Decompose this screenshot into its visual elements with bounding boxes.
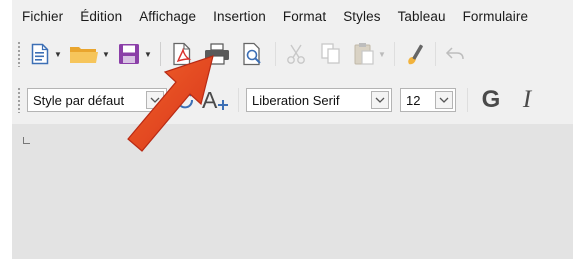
floppy-disk-icon — [119, 44, 139, 64]
open-dropdown-arrow[interactable]: ▼ — [101, 39, 111, 69]
window-edge — [0, 0, 12, 259]
save-button[interactable] — [115, 39, 143, 69]
update-style-button[interactable] — [171, 85, 199, 115]
text-boundary-corner-mark — [23, 137, 30, 144]
toolbar-separator — [160, 42, 161, 66]
cut-button[interactable] — [283, 39, 309, 69]
printer-icon — [205, 43, 229, 65]
update-style-icon — [177, 91, 193, 109]
font-size-value: 12 — [406, 92, 421, 108]
toolbar-separator — [467, 88, 468, 112]
new-document-icon — [31, 43, 49, 65]
new-style-icon: A — [202, 87, 228, 113]
menu-edition[interactable]: Édition — [70, 9, 129, 24]
menu-fichier[interactable]: Fichier — [12, 9, 70, 24]
scissors-icon — [287, 44, 305, 64]
toolbar-separator — [275, 42, 276, 66]
document-area[interactable] — [12, 124, 573, 259]
toolbar-separator — [394, 42, 395, 66]
toolbar-separator — [435, 42, 436, 66]
clipboard-icon — [354, 43, 374, 65]
clone-formatting-button[interactable] — [402, 39, 428, 69]
standard-toolbar: ▼ ▼ ▼ ▼ — [12, 36, 573, 72]
menu-tableau[interactable]: Tableau — [388, 9, 453, 24]
folder-icon — [70, 47, 98, 63]
chevron-down-icon[interactable] — [435, 91, 453, 109]
toolbar-grip[interactable] — [17, 87, 21, 113]
menu-insertion[interactable]: Insertion — [203, 9, 273, 24]
new-document-button[interactable] — [27, 39, 53, 69]
chevron-down-icon[interactable] — [146, 91, 164, 109]
save-dropdown-arrow[interactable]: ▼ — [143, 39, 153, 69]
writer-window: Fichier Édition Affichage Insertion Form… — [12, 0, 573, 259]
menu-format[interactable]: Format — [273, 9, 333, 24]
bold-icon: G — [481, 86, 501, 113]
copy-button[interactable] — [315, 39, 347, 69]
paste-dropdown-arrow[interactable]: ▼ — [377, 39, 387, 69]
italic-button[interactable]: I — [511, 85, 543, 115]
paste-button[interactable] — [351, 39, 377, 69]
print-preview-icon — [243, 42, 261, 66]
paragraph-style-value: Style par défaut — [33, 92, 125, 108]
font-name-combo[interactable]: Liberation Serif — [246, 88, 392, 112]
font-size-combo[interactable]: 12 — [400, 88, 456, 112]
new-style-button[interactable]: A — [199, 85, 231, 115]
toolbar-separator — [238, 88, 239, 112]
chevron-down-icon[interactable] — [371, 91, 389, 109]
bold-button[interactable]: G — [475, 85, 507, 115]
paintbrush-icon — [408, 44, 423, 65]
undo-button[interactable] — [443, 39, 467, 69]
print-button[interactable] — [200, 39, 234, 69]
export-pdf-button[interactable] — [168, 39, 196, 69]
undo-icon — [445, 47, 464, 60]
toolbar-grip[interactable] — [17, 41, 21, 67]
formatting-toolbar: Style par défaut A Liberation Serif 12 G… — [12, 82, 573, 118]
menu-affichage[interactable]: Affichage — [129, 9, 203, 24]
paragraph-style-combo[interactable]: Style par défaut — [27, 88, 167, 112]
open-button[interactable] — [67, 39, 101, 69]
print-preview-button[interactable] — [238, 39, 268, 69]
font-name-value: Liberation Serif — [252, 92, 340, 108]
pdf-export-icon — [173, 42, 192, 66]
menu-formulaire[interactable]: Formulaire — [453, 9, 536, 24]
menu-bar: Fichier Édition Affichage Insertion Form… — [12, 0, 573, 32]
svg-text:A: A — [202, 87, 218, 113]
new-dropdown-arrow[interactable]: ▼ — [53, 39, 63, 69]
copy-icon — [321, 43, 340, 64]
italic-icon: I — [522, 86, 532, 113]
menu-styles[interactable]: Styles — [333, 9, 387, 24]
